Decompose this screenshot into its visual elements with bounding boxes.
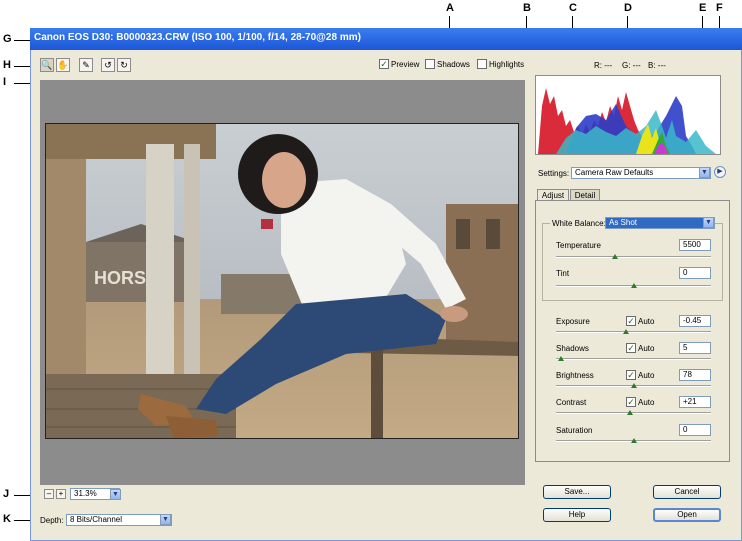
exposure-auto-label: Auto: [638, 317, 655, 326]
callout-e: E: [699, 2, 707, 14]
photo-sign-text: HORS: [94, 268, 146, 288]
shadows-input[interactable]: 5: [679, 342, 711, 354]
exposure-auto-checkbox[interactable]: ✓: [626, 316, 636, 326]
zoom-in-button[interactable]: +: [56, 489, 66, 499]
photo-preview[interactable]: HORS: [45, 123, 519, 439]
open-button[interactable]: Open: [653, 508, 721, 522]
temperature-slider-thumb[interactable]: [611, 254, 618, 259]
brightness-auto-checkbox[interactable]: ✓: [626, 370, 636, 380]
exposure-slider-thumb[interactable]: [622, 329, 629, 334]
callout-b: B: [523, 2, 531, 14]
contrast-auto-label: Auto: [638, 398, 655, 407]
callout-j: J: [3, 488, 10, 500]
temperature-slider[interactable]: [556, 256, 711, 258]
depth-label: Depth:: [40, 516, 64, 525]
zoom-out-button[interactable]: –: [44, 489, 54, 499]
eyedropper-tool-icon[interactable]: ✎: [79, 58, 93, 72]
rotate-left-icon[interactable]: ↺: [101, 58, 115, 72]
highlights-checkbox[interactable]: [477, 59, 487, 69]
rgb-readout-g: G: ---: [622, 61, 641, 70]
zoom-bar: – + 31.3% ▼: [40, 485, 525, 502]
shadows-auto-checkbox[interactable]: ✓: [626, 343, 636, 353]
rgb-readout-r: R: ---: [594, 61, 613, 70]
saturation-slider-thumb[interactable]: [630, 438, 637, 443]
adjust-panel: White Balance: As Shot ▼ Temperature 550…: [535, 200, 730, 462]
help-button[interactable]: Help: [543, 508, 611, 522]
histogram: [535, 75, 721, 155]
tint-input[interactable]: 0: [679, 267, 711, 279]
shadows-slider-thumb[interactable]: [557, 356, 564, 361]
exposure-slider[interactable]: [556, 331, 711, 333]
save-button[interactable]: Save...: [543, 485, 611, 499]
temperature-input[interactable]: 5500: [679, 239, 711, 251]
highlights-label: Highlights: [489, 60, 525, 69]
tint-slider-thumb[interactable]: [630, 283, 637, 288]
temperature-label: Temperature: [556, 241, 601, 250]
cancel-button[interactable]: Cancel: [653, 485, 721, 499]
zoom-dropdown-chevron-down-icon[interactable]: ▼: [110, 489, 121, 500]
callout-c: C: [569, 2, 577, 14]
white-balance-select[interactable]: As Shot: [605, 217, 715, 229]
shadows-checkbox[interactable]: [425, 59, 435, 69]
callout-h: H: [3, 59, 11, 71]
settings-chevron-down-icon[interactable]: ▼: [699, 167, 710, 178]
shadows-auto-label: Auto: [638, 344, 655, 353]
window-title: Canon EOS D30: B0000323.CRW (ISO 100, 1/…: [34, 32, 361, 43]
rgb-readout-b: B: ---: [648, 61, 666, 70]
depth-select[interactable]: 8 Bits/Channel: [66, 514, 172, 526]
callout-d: D: [624, 2, 632, 14]
brightness-label: Brightness: [556, 371, 594, 380]
preview-checkbox[interactable]: ✓: [379, 59, 389, 69]
white-balance-group: [542, 223, 723, 301]
contrast-slider-thumb[interactable]: [627, 410, 634, 415]
brightness-slider-thumb[interactable]: [630, 383, 637, 388]
preview-label: Preview: [391, 60, 420, 69]
contrast-slider[interactable]: [556, 412, 711, 414]
callout-a: A: [446, 2, 454, 14]
callout-g: G: [3, 33, 12, 45]
photo-illustration: HORS: [46, 124, 518, 438]
shadows-slider[interactable]: [556, 358, 711, 360]
brightness-input[interactable]: 78: [679, 369, 711, 381]
brightness-auto-label: Auto: [638, 371, 655, 380]
histogram-graph: [538, 88, 716, 154]
settings-label: Settings:: [538, 169, 570, 178]
white-balance-label: White Balance:: [550, 219, 608, 228]
saturation-input[interactable]: 0: [679, 424, 711, 436]
white-balance-chevron-down-icon[interactable]: ▼: [703, 217, 714, 228]
hand-tool-icon[interactable]: ✋: [56, 58, 70, 72]
contrast-auto-checkbox[interactable]: ✓: [626, 397, 636, 407]
exposure-input[interactable]: -0.45: [679, 315, 711, 327]
callout-f: F: [716, 2, 723, 14]
settings-menu-arrow-icon[interactable]: ▶: [714, 166, 726, 178]
callout-k: K: [3, 513, 11, 525]
title-bar[interactable]: Canon EOS D30: B0000323.CRW (ISO 100, 1/…: [30, 28, 742, 50]
zoom-tool-icon[interactable]: 🔍: [40, 58, 54, 72]
shadows-adjust-label: Shadows: [556, 344, 589, 353]
rotate-right-icon[interactable]: ↻: [117, 58, 131, 72]
saturation-label: Saturation: [556, 426, 593, 435]
tint-label: Tint: [556, 269, 570, 278]
contrast-input[interactable]: +21: [679, 396, 711, 408]
contrast-label: Contrast: [556, 398, 587, 407]
callout-i: I: [3, 76, 7, 88]
shadows-label: Shadows: [437, 60, 470, 69]
settings-select[interactable]: Camera Raw Defaults: [571, 167, 711, 179]
exposure-label: Exposure: [556, 317, 590, 326]
depth-chevron-down-icon[interactable]: ▼: [160, 514, 171, 525]
